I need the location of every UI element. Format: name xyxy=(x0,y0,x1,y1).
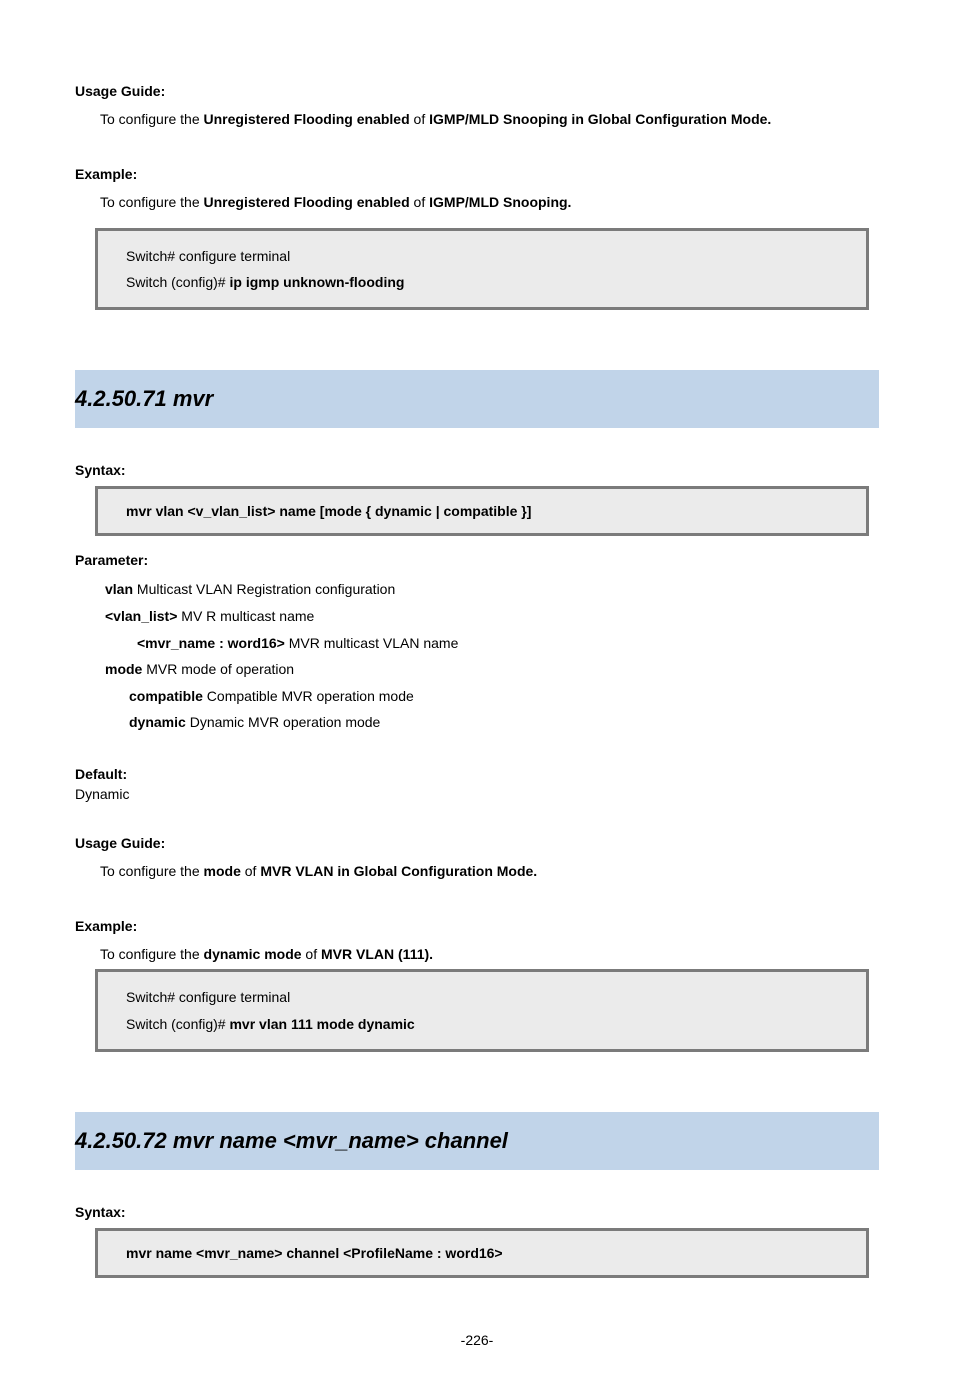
param-key: <mvr_name : word16> xyxy=(137,635,285,651)
param-desc: MV R multicast name xyxy=(177,608,314,624)
param-key: dynamic xyxy=(129,714,186,730)
usage-guide-label: Usage Guide: xyxy=(75,832,879,854)
text: To configure the xyxy=(100,194,204,210)
text: To configure the xyxy=(100,863,204,879)
param-row: dynamic Dynamic MVR operation mode xyxy=(129,709,879,736)
param-row: mode MVR mode of operation xyxy=(105,656,879,683)
param-row: <mvr_name : word16> MVR multicast VLAN n… xyxy=(137,630,879,657)
text: Switch (config)# xyxy=(126,1016,229,1032)
syntax-label: Syntax: xyxy=(75,462,879,478)
section-title-71: 4.2.50.71 mvr xyxy=(75,370,879,428)
text: Switch (config)# xyxy=(126,274,229,290)
param-key: <vlan_list> xyxy=(105,608,177,624)
parameter-label: Parameter: xyxy=(75,552,879,568)
param-desc: MVR multicast VLAN name xyxy=(285,635,459,651)
syntax-label: Syntax: xyxy=(75,1204,879,1220)
example-line: To configure the Unregistered Flooding e… xyxy=(100,191,879,213)
param-row: vlan Multicast VLAN Registration configu… xyxy=(105,576,879,603)
text: To configure the xyxy=(100,111,204,127)
text: of xyxy=(414,111,426,127)
default-label: Default: xyxy=(75,766,879,782)
example-line: To configure the dynamic mode of MVR VLA… xyxy=(100,943,879,965)
section-title-text: 4.2.50.72 mvr name <mvr_name> channel xyxy=(75,1128,508,1154)
text-bold: mvr vlan 111 mode dynamic xyxy=(229,1016,414,1032)
syntax-box-71: mvr vlan <v_vlan_list> name [mode { dyna… xyxy=(95,486,869,536)
param-desc: MVR mode of operation xyxy=(142,661,294,677)
text-bold: Unregistered Flooding enabled xyxy=(204,111,414,127)
text-bold: mode xyxy=(204,863,245,879)
param-key: vlan xyxy=(105,581,133,597)
code-box-1: Switch# configure terminal Switch (confi… xyxy=(95,228,869,311)
text: of xyxy=(410,194,429,210)
default-value: Dynamic xyxy=(75,786,879,802)
code-line: Switch (config)# ip igmp unknown-floodin… xyxy=(126,271,838,293)
param-desc: Dynamic MVR operation mode xyxy=(186,714,381,730)
page-number: -226- xyxy=(75,1332,879,1348)
text-bold: dynamic mode xyxy=(204,946,302,962)
text-bold: ip igmp unknown-flooding xyxy=(229,274,404,290)
code-box-2: Switch# configure terminal Switch (confi… xyxy=(95,969,869,1052)
param-row: <vlan_list> MV R multicast name xyxy=(105,603,879,630)
section-title-72: 4.2.50.72 mvr name <mvr_name> channel xyxy=(75,1112,879,1170)
code-line: Switch (config)# mvr vlan 111 mode dynam… xyxy=(126,1013,838,1035)
param-desc: Multicast VLAN Registration configuratio… xyxy=(133,581,395,597)
param-desc: Compatible MVR operation mode xyxy=(203,688,414,704)
example-label: Example: xyxy=(75,163,879,185)
usage-guide-line: To configure the mode of MVR VLAN in Glo… xyxy=(100,860,879,882)
text-bold: MVR VLAN (111). xyxy=(321,946,433,962)
section-title-text: 4.2.50.71 mvr xyxy=(75,386,213,412)
code-line: Switch# configure terminal xyxy=(126,245,838,267)
example-label: Example: xyxy=(75,915,879,937)
text-bold: Unregistered Flooding enabled xyxy=(204,194,410,210)
param-key: mode xyxy=(105,661,142,677)
text: of xyxy=(245,863,257,879)
text-bold: IGMP/MLD Snooping. xyxy=(429,194,571,210)
param-row: compatible Compatible MVR operation mode xyxy=(129,683,879,710)
usage-guide-line: To configure the Unregistered Flooding e… xyxy=(100,108,879,130)
code-line: Switch# configure terminal xyxy=(126,986,838,1008)
text-bold: MVR VLAN in Global Configuration Mode. xyxy=(256,863,537,879)
text-bold: IGMP/MLD Snooping in Global Configuratio… xyxy=(425,111,771,127)
param-key: compatible xyxy=(129,688,203,704)
text: of xyxy=(302,946,321,962)
syntax-box-72: mvr name <mvr_name> channel <ProfileName… xyxy=(95,1228,869,1278)
text: To configure the xyxy=(100,946,204,962)
usage-guide-label: Usage Guide: xyxy=(75,80,879,102)
